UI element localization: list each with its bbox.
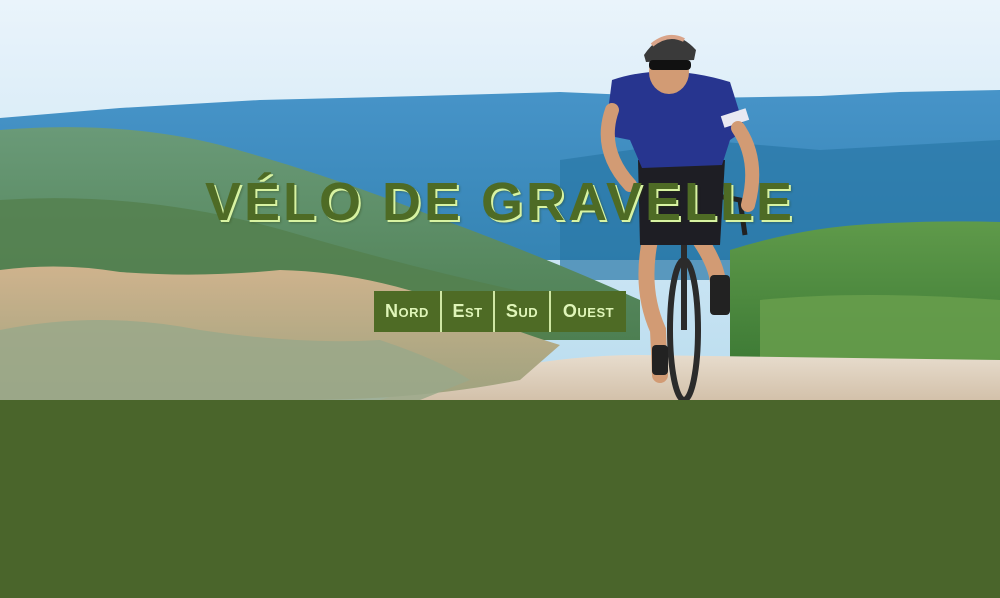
nav-item-est[interactable]: Est bbox=[442, 291, 495, 332]
nav-item-nord[interactable]: Nord bbox=[374, 291, 442, 332]
hero-banner: VÉLO DE GRAVELLE Nord Est Sud Ouest bbox=[0, 0, 1000, 400]
nav-item-sud[interactable]: Sud bbox=[495, 291, 551, 332]
main-nav: Nord Est Sud Ouest bbox=[374, 291, 626, 332]
page-title: VÉLO DE GRAVELLE bbox=[204, 172, 796, 232]
nav-item-ouest[interactable]: Ouest bbox=[551, 291, 626, 332]
content-area bbox=[0, 400, 1000, 598]
